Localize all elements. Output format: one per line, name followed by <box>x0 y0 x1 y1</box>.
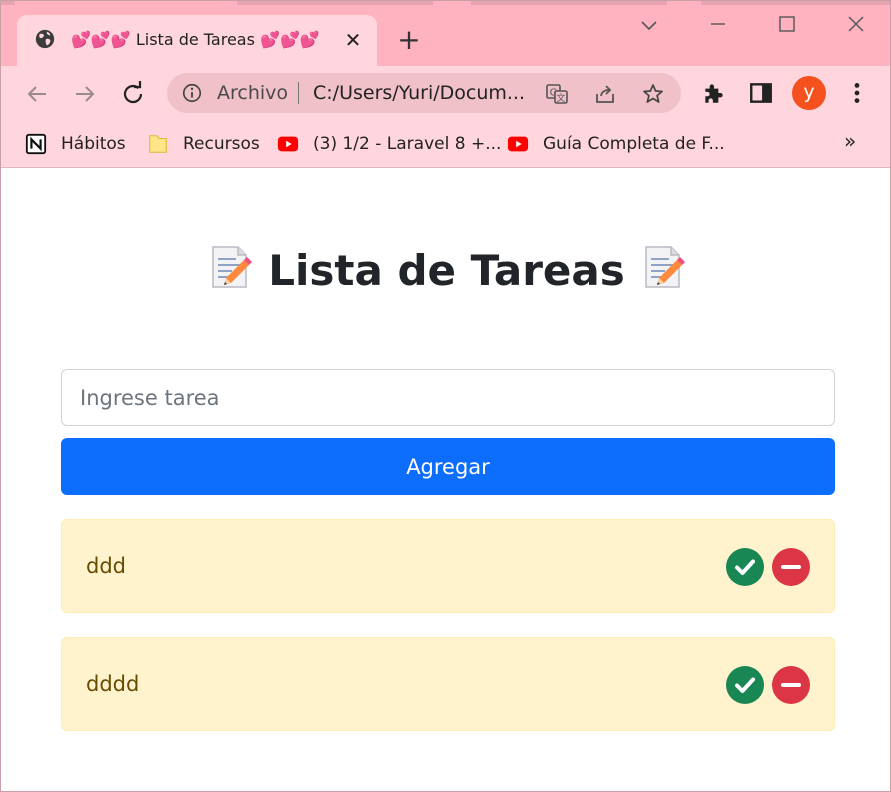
bookmark-label: Recursos <box>183 134 260 154</box>
address-bar[interactable]: Archivo C:/Users/Yuri/Docum... G 文 <box>167 73 681 113</box>
more-vertical-icon[interactable] <box>844 80 870 106</box>
maximize-icon <box>779 16 795 32</box>
star-icon[interactable] <box>641 82 665 106</box>
new-tab-button[interactable]: + <box>393 26 425 54</box>
background-tab-edge <box>237 1 433 5</box>
address-url[interactable]: C:/Users/Yuri/Docum... <box>313 82 535 104</box>
share-icon[interactable] <box>593 82 617 106</box>
folder-icon <box>149 135 167 153</box>
tab-close-button[interactable]: ✕ <box>340 27 366 53</box>
delete-task-button[interactable] <box>772 548 810 586</box>
task-text: dddd <box>86 672 140 696</box>
info-icon[interactable] <box>181 82 203 104</box>
chevron-down-icon <box>641 21 657 31</box>
profile-avatar[interactable]: y <box>792 76 826 110</box>
globe-icon <box>35 29 55 49</box>
delete-task-button[interactable] <box>772 666 810 704</box>
address-divider <box>298 82 299 104</box>
background-tab-edge <box>471 1 667 5</box>
minus-icon <box>781 683 801 687</box>
reload-icon <box>123 81 143 104</box>
complete-task-button[interactable] <box>726 548 764 586</box>
side-panel-icon[interactable] <box>748 80 774 106</box>
notion-icon <box>25 133 47 155</box>
memo-icon <box>645 246 685 288</box>
check-icon <box>735 559 755 575</box>
tab-strip: 💕💕💕 Lista de Tareas 💕💕💕 ✕ + <box>1 1 890 67</box>
minimize-button[interactable] <box>695 7 741 41</box>
page-content: Lista de Tareas Agregar ddd <box>1 169 890 791</box>
arrow-left-icon <box>27 86 46 102</box>
check-icon <box>735 677 755 693</box>
background-tab-edge <box>1 1 15 5</box>
bookmark-recursos[interactable]: Recursos <box>147 130 260 158</box>
tab-title: 💕💕💕 Lista de Tareas 💕💕💕 <box>71 30 320 49</box>
page-title: Lista de Tareas <box>1 242 890 300</box>
extensions-puzzle-icon[interactable] <box>701 80 727 106</box>
bookmark-label: Guía Completa de F... <box>543 134 725 154</box>
bookmark-guia-video[interactable]: Guía Completa de F... <box>507 130 725 158</box>
task-item: ddd <box>61 519 835 613</box>
browser-toolbar: Archivo C:/Users/Yuri/Docum... G 文 y <box>1 66 890 121</box>
youtube-icon <box>277 136 299 152</box>
youtube-icon <box>507 136 529 152</box>
page-title-text: Lista de Tareas <box>268 246 625 295</box>
background-tab-edge <box>701 1 890 5</box>
bookmarks-bar: Hábitos Recursos (3) 1/2 - Laravel 8 +..… <box>1 121 890 168</box>
close-window-button[interactable] <box>833 7 879 41</box>
minimize-icon <box>711 23 725 25</box>
bookmark-laravel-video[interactable]: (3) 1/2 - Laravel 8 +... <box>277 130 501 158</box>
bookmarks-overflow-button[interactable]: » <box>844 129 856 153</box>
bookmark-label: (3) 1/2 - Laravel 8 +... <box>313 134 502 154</box>
browser-window: 💕💕💕 Lista de Tareas 💕💕💕 ✕ + Archivo C:/U… <box>0 0 891 792</box>
back-button[interactable] <box>21 78 53 110</box>
bookmark-habitos[interactable]: Hábitos <box>25 130 126 158</box>
maximize-button[interactable] <box>764 7 810 41</box>
tab-active[interactable]: 💕💕💕 Lista de Tareas 💕💕💕 ✕ <box>17 15 377 67</box>
svg-text:文: 文 <box>556 92 565 104</box>
forward-button[interactable] <box>69 78 101 110</box>
add-task-button[interactable]: Agregar <box>61 438 835 495</box>
task-input[interactable] <box>61 369 835 426</box>
tab-search-button[interactable] <box>626 7 672 41</box>
reload-button[interactable] <box>117 78 149 110</box>
complete-task-button[interactable] <box>726 666 764 704</box>
minus-icon <box>781 565 801 569</box>
task-item: dddd <box>61 637 835 731</box>
close-icon <box>848 16 864 32</box>
memo-icon <box>212 246 253 288</box>
address-scheme-label: Archivo <box>217 82 289 104</box>
task-text: ddd <box>86 554 126 578</box>
bookmark-label: Hábitos <box>61 134 126 154</box>
translate-icon[interactable]: G 文 <box>545 82 569 106</box>
arrow-right-icon <box>76 86 95 102</box>
